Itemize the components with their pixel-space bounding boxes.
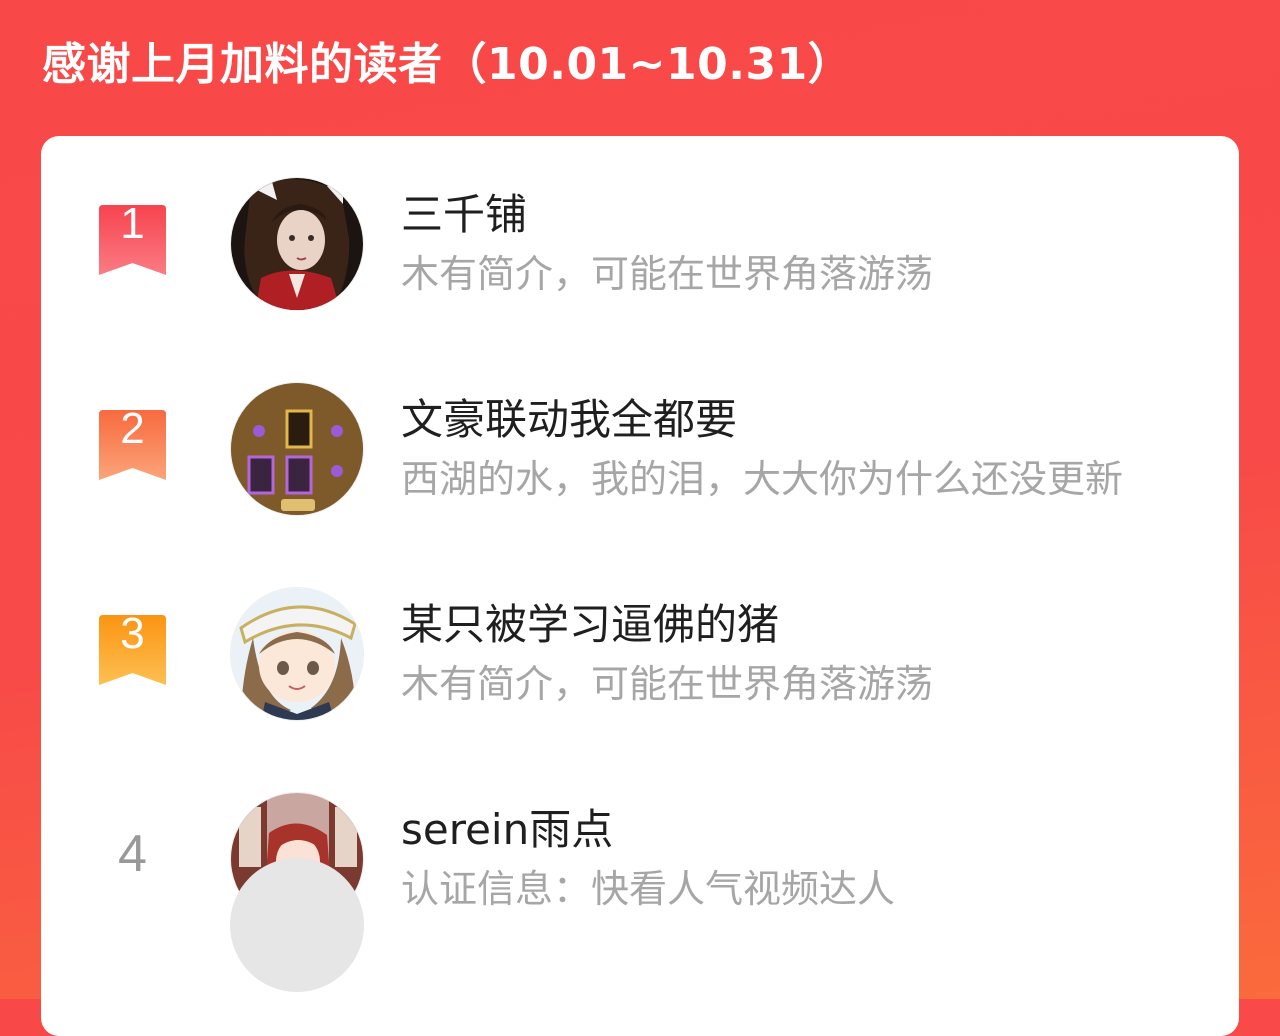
rank-badge-gold: 1 — [99, 199, 166, 275]
reader-row-1[interactable]: 1 三千铺 木有简介，可能在世界角落游荡 — [41, 177, 1239, 337]
reader-row-4[interactable]: 4 serein雨点 认证信息：快看人气视频达人 — [41, 792, 1239, 952]
next-user-avatar[interactable] — [230, 858, 364, 992]
rank-badge-silver: 2 — [99, 404, 166, 480]
user-avatar[interactable] — [230, 587, 364, 721]
reader-row-2[interactable]: 2 文豪联动我全都要 西湖的水，我的泪，大大你为什么还没更新 — [41, 382, 1239, 542]
user-bio: 木有简介，可能在世界角落游荡 — [401, 662, 934, 706]
rank-number: 4 — [118, 825, 147, 883]
reader-list-card: 1 三千铺 木有简介，可能在世界角落游荡 2 文豪联动我全都要 西湖的水，我的泪… — [41, 136, 1239, 1036]
user-name[interactable]: 文豪联动我全都要 — [401, 386, 737, 447]
user-bio: 西湖的水，我的泪，大大你为什么还没更新 — [401, 457, 1124, 501]
user-avatar[interactable] — [230, 177, 364, 311]
user-name[interactable]: serein雨点 — [401, 796, 613, 857]
user-name[interactable]: 三千铺 — [401, 181, 527, 242]
rank-number: 2 — [120, 404, 145, 453]
page-title: 感谢上月加料的读者（10.01~10.31） — [42, 39, 853, 90]
user-bio: 木有简介，可能在世界角落游荡 — [401, 252, 934, 296]
user-avatar[interactable] — [230, 382, 364, 516]
user-name[interactable]: 某只被学习逼佛的猪 — [401, 591, 779, 652]
rank-badge-bronze: 3 — [99, 609, 166, 685]
rank-number: 1 — [120, 199, 145, 248]
reader-row-3[interactable]: 3 某只被学习逼佛的猪 木有简介，可能在世界角落游荡 — [41, 587, 1239, 747]
user-bio: 认证信息：快看人气视频达人 — [401, 867, 896, 911]
rank-number: 3 — [120, 609, 145, 658]
